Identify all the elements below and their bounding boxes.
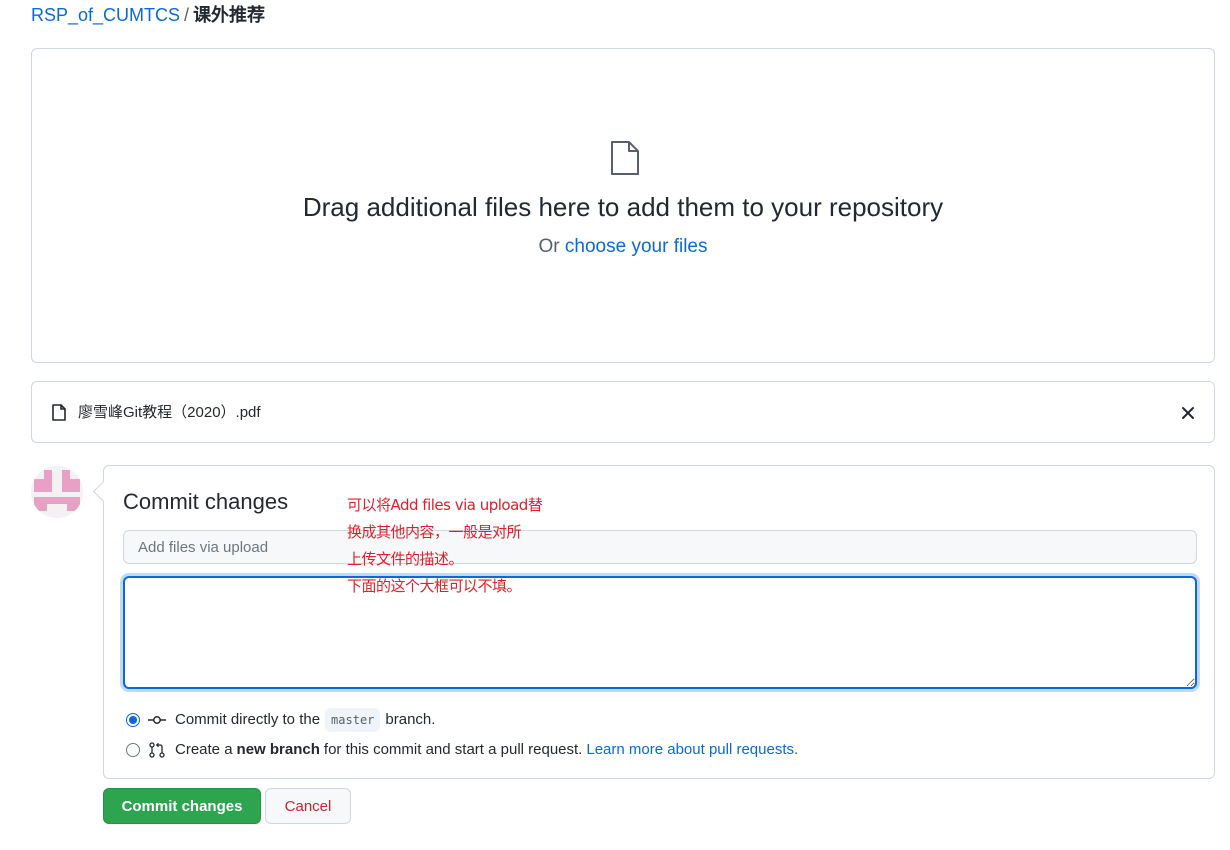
learn-more-link[interactable]: Learn more about pull requests. [586, 740, 798, 760]
commit-direct-option[interactable]: Commit directly to the master branch. [126, 708, 435, 732]
commit-direct-suffix: branch. [385, 711, 436, 728]
pull-request-icon [149, 742, 165, 758]
branch-name: master [325, 708, 381, 732]
choose-files-link[interactable]: choose your files [565, 236, 708, 257]
avatar [31, 466, 83, 518]
annotation-line: 下面的这个大框可以不填。 [347, 577, 522, 595]
new-branch-bold: new branch [236, 741, 320, 758]
new-branch-radio[interactable] [126, 743, 140, 757]
dropzone-title: Drag additional files here to add them t… [302, 192, 944, 222]
commit-heading: Commit changes [123, 489, 289, 514]
uploaded-file-row: 廖雪峰Git教程（2020）.pdf [31, 381, 1215, 443]
commit-form: Commit changes Commit directly to the ma… [103, 465, 1215, 779]
commit-changes-button[interactable]: Commit changes [103, 788, 261, 824]
breadcrumb: RSP_of_CUMTCS / 课外推荐 [31, 4, 265, 26]
commit-direct-text: Commit directly to the [175, 711, 321, 728]
identicon-icon [31, 466, 83, 518]
annotation-line: 上传文件的描述。 [347, 550, 464, 568]
new-branch-option[interactable]: Create a new branch for this commit and … [126, 740, 798, 760]
red-annotation-note: 可以将Add files via upload替 换成其他内容，一般是对所 上传… [347, 492, 557, 600]
close-icon[interactable] [1178, 403, 1198, 423]
file-icon [611, 141, 639, 175]
or-text: Or [538, 236, 560, 257]
file-name: 廖雪峰Git教程（2020）.pdf [78, 404, 261, 421]
commit-direct-radio[interactable] [126, 713, 140, 727]
annotation-line: 换成其他内容，一般是对所 [347, 523, 522, 541]
new-branch-prefix: Create a [175, 741, 233, 758]
file-dropzone[interactable]: Drag additional files here to add them t… [31, 48, 1215, 363]
cancel-button[interactable]: Cancel [265, 788, 351, 824]
commit-summary-input[interactable] [123, 530, 1197, 564]
breadcrumb-separator: / [184, 5, 190, 25]
annotation-line: 可以将Add files via upload替 [347, 496, 543, 514]
commit-description-textarea[interactable] [123, 576, 1197, 689]
repo-link[interactable]: RSP_of_CUMTCS [31, 5, 180, 25]
new-branch-suffix: for this commit and start a pull request… [323, 741, 583, 758]
dropzone-subtitle: Or choose your files [32, 235, 1214, 259]
current-folder: 课外推荐 [193, 5, 266, 25]
file-icon [52, 404, 66, 421]
git-commit-icon [148, 716, 166, 724]
